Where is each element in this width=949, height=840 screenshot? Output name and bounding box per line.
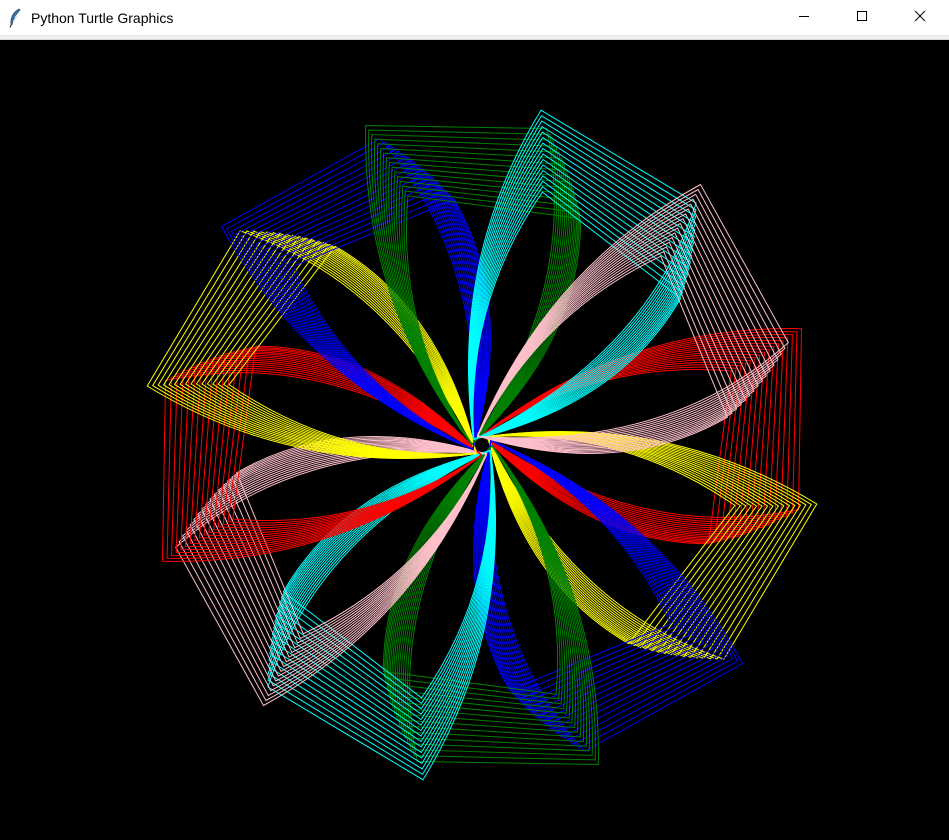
maximize-icon <box>856 9 868 27</box>
minimize-button[interactable] <box>775 0 833 36</box>
minimize-icon <box>798 9 810 27</box>
window-title: Python Turtle Graphics <box>31 9 174 26</box>
turtle-canvas-area[interactable] <box>0 40 949 840</box>
turtle-drawing <box>146 109 818 781</box>
close-icon <box>914 9 926 27</box>
feather-icon <box>7 8 23 28</box>
maximize-button[interactable] <box>833 0 891 36</box>
turtle-window: Python Turtle Graphics <box>0 0 949 840</box>
window-controls <box>775 0 949 36</box>
close-button[interactable] <box>891 0 949 36</box>
title-bar[interactable]: Python Turtle Graphics <box>0 0 949 36</box>
